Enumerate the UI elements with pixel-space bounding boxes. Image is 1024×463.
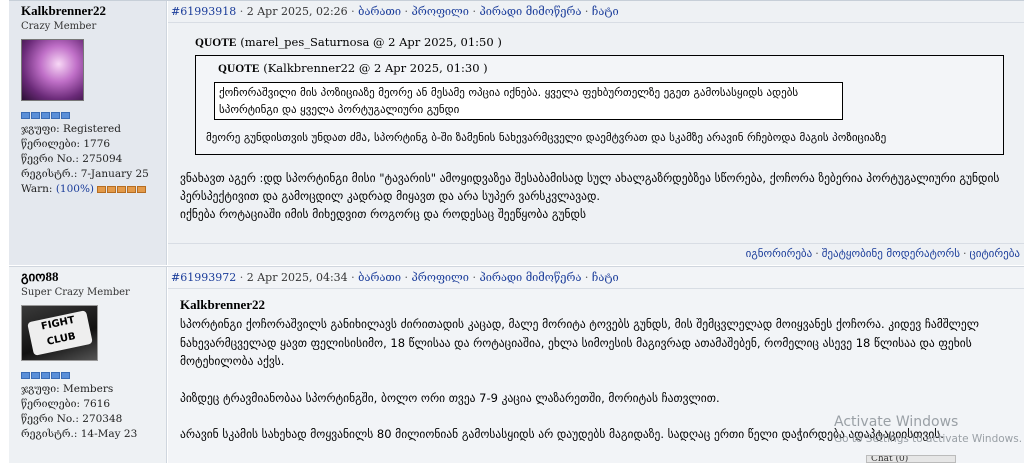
avatar[interactable] (21, 39, 84, 101)
chat-bar[interactable]: Chat (0) (866, 455, 956, 463)
post-date: 2 Apr 2025, 02:26 (246, 5, 348, 18)
private-message-link[interactable]: პირადი მიმოწერა (479, 5, 581, 18)
member-label: წევრი No.: (21, 413, 79, 425)
post-paragraph: პიზდეც ტრავმიანობაა სპორტინგში, ბოლო ორი… (180, 390, 720, 405)
quote-label: QUOTE (195, 37, 237, 49)
warn-label: Warn: (21, 183, 53, 195)
post: Kalkbrenner22 Crazy Member ჯგუფი: Regist… (9, 0, 1024, 265)
post-paragraph: ვნახავთ აგერ :დდ სპორტინგი მისი "ტავარის… (180, 171, 1000, 203)
private-message-link[interactable]: პირადი მიმოწერა (479, 271, 581, 284)
group-label: ჯგუფი: (21, 383, 60, 395)
watermark-title: Activate Windows (834, 414, 959, 430)
post-header: #61993918 · 2 Apr 2025, 02:26 · ბარათი ·… (168, 1, 1024, 23)
post-body: ვნახავთ აგერ :დდ სპორტინგი მისი "ტავარის… (180, 169, 1024, 223)
group-value: Registered (63, 123, 121, 135)
rank-pips (21, 372, 166, 380)
reg-label: რეგისტრ.: (21, 428, 78, 440)
card-link[interactable]: ბარათი (358, 5, 401, 18)
chat-link[interactable]: ჩატი (592, 5, 619, 18)
warn-level-link[interactable]: (100%) (56, 183, 94, 195)
avatar[interactable]: FIGHT CLUB (21, 305, 98, 361)
post-title: Kalkbrenner22 (180, 297, 265, 312)
report-moderator-link[interactable]: შეატყობინე მოდერატორს (822, 247, 960, 260)
author-panel: Kalkbrenner22 Crazy Member ჯგუფი: Regist… (9, 1, 167, 265)
nested-quote-meta: (Kalkbrenner22 @ 2 Apr 2025, 01:30 ) (263, 61, 488, 75)
post-header: #61993972 · 2 Apr 2025, 04:34 · ბარათი ·… (168, 267, 1024, 289)
quote-box: QUOTE (Kalkbrenner22 @ 2 Apr 2025, 01:30… (195, 55, 1004, 155)
post-id-link[interactable]: #61993972 (171, 271, 236, 284)
author-name[interactable]: Kalkbrenner22 (21, 3, 166, 19)
chat-link[interactable]: ჩატი (592, 271, 619, 284)
quote-text: მეორე გუნდისთვის უნდათ ძმა, სპორტინგ ბ-შ… (206, 131, 887, 144)
reg-date: 14-May 23 (80, 428, 138, 440)
author-rank: Crazy Member (21, 21, 97, 32)
card-link[interactable]: ბარათი (358, 271, 401, 284)
author-rank: Super Crazy Member (21, 287, 130, 298)
group-label: ჯგუფი: (21, 123, 60, 135)
quote-link[interactable]: ციტირება (970, 247, 1021, 260)
post-paragraph: სპორტინგი ქოჩორაშვილს განიხილავს ძირითად… (180, 317, 980, 368)
posts-label: წერილები: (21, 398, 81, 410)
rank-pips (21, 112, 166, 120)
post-content: #61993918 · 2 Apr 2025, 02:26 · ბარათი ·… (168, 1, 1024, 265)
ignore-link[interactable]: იგნორირება (746, 247, 813, 260)
author-name[interactable]: გიო88 (21, 269, 166, 285)
quote-block: QUOTE (marel_pes_Saturnosa @ 2 Apr 2025,… (195, 34, 1012, 155)
watermark-subtitle: Go to Settings to activate Windows. (834, 433, 1023, 445)
nested-quote-text: ქოჩორაშვილი მის პოზიციაზე მეორე ან მესამ… (214, 82, 843, 120)
post-id-link[interactable]: #61993918 (171, 5, 236, 18)
posts-count: 1776 (83, 138, 111, 150)
posts-label: წერილები: (21, 138, 81, 150)
author-info: ჯგუფი: Members წერილები: 7616 წევრი No.:… (21, 382, 166, 442)
activation-watermark: Activate Windows Go to Settings to activ… (834, 412, 1022, 446)
reg-date: 7-January 25 (80, 168, 149, 180)
reg-label: რეგისტრ.: (21, 168, 78, 180)
author-info: ჯგუფი: Registered წერილები: 1776 წევრი N… (21, 122, 166, 197)
warn-pips (97, 185, 147, 193)
post-date: 2 Apr 2025, 04:34 (246, 271, 348, 284)
post-paragraph: იქნება როტაციაში იმის მიხედვით როგორც და… (180, 207, 586, 221)
profile-link[interactable]: პროფილი (412, 271, 469, 284)
member-no: 275094 (82, 153, 123, 165)
nested-quote-label: QUOTE (218, 63, 260, 75)
group-value: Members (63, 383, 114, 395)
quote-meta: (marel_pes_Saturnosa @ 2 Apr 2025, 01:50… (240, 35, 502, 49)
member-label: წევრი No.: (21, 153, 79, 165)
profile-link[interactable]: პროფილი (412, 5, 469, 18)
post-footer: იგნორირება · შეატყობინე მოდერატორს · ციტირებ… (745, 247, 1021, 260)
posts-count: 7616 (83, 398, 111, 410)
member-no: 270348 (82, 413, 123, 425)
fight-club-logo: FIGHT CLUB (27, 310, 93, 356)
author-panel: გიო88 Super Crazy Member FIGHT CLUB ჯგუფ… (9, 267, 167, 463)
